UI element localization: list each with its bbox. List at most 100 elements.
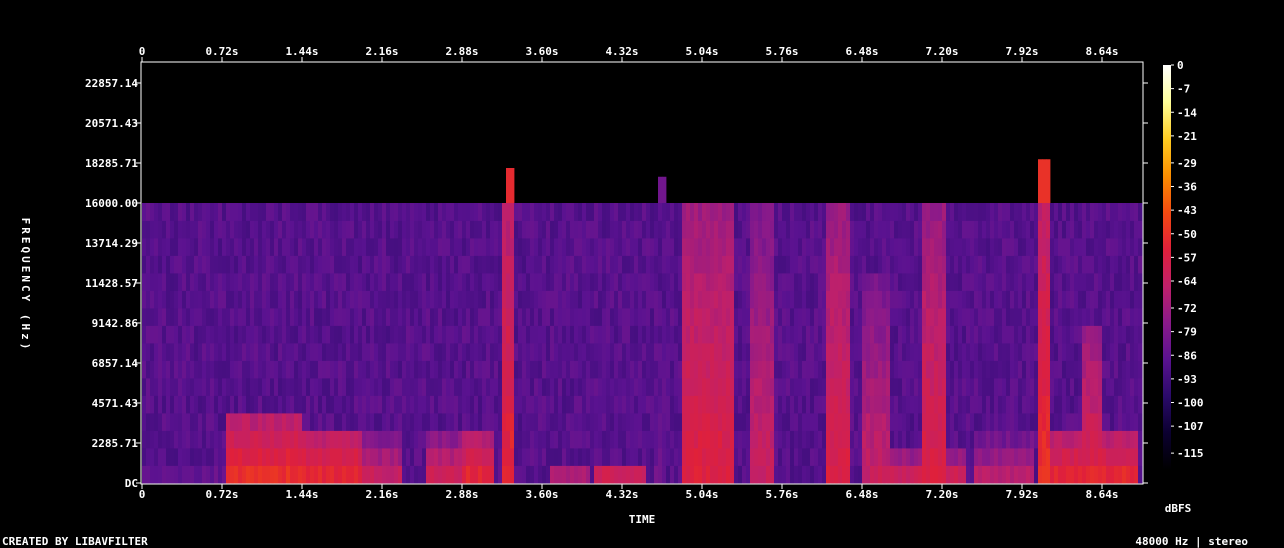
- spectrogram-cell: [258, 413, 263, 431]
- spectrogram-cell: [470, 395, 475, 414]
- spectrogram-cell: [398, 238, 403, 256]
- spectrogram-cell: [598, 343, 603, 361]
- spectrogram-cell: [946, 395, 951, 414]
- spectrogram-column: [586, 203, 591, 484]
- spectrogram-cell: [590, 360, 595, 379]
- spectrogram-cell: [1086, 220, 1091, 239]
- spectrogram-column: [210, 203, 215, 484]
- spectrogram-cell: [1118, 360, 1123, 379]
- spectrogram-column: [918, 203, 923, 484]
- spectrogram-cell: [330, 413, 335, 431]
- spectrogram-cell: [1134, 238, 1139, 256]
- spectrogram-cell: [754, 238, 759, 256]
- spectrogram-cell: [166, 343, 171, 361]
- spectrogram-cell: [1130, 465, 1135, 484]
- spectrogram-cell: [278, 413, 283, 431]
- spectrogram-cell: [350, 220, 355, 239]
- spectrogram-cell: [582, 465, 587, 484]
- spectrogram-cell: [1074, 308, 1079, 326]
- spectrogram-cell: [1138, 238, 1143, 256]
- spectrogram-cell: [1126, 448, 1131, 466]
- spectrogram-cell: [382, 448, 387, 466]
- spectrogram-cell: [950, 465, 955, 484]
- spectrogram-cell: [550, 220, 555, 239]
- spectrogram-cell: [854, 448, 859, 466]
- spectrogram-cell: [518, 430, 523, 449]
- spectrogram-cell: [1078, 360, 1083, 379]
- spectrogram-cell: [594, 238, 599, 256]
- spectrogram-cell: [898, 203, 903, 221]
- spectrogram-column: [970, 203, 975, 484]
- spectrogram-cell: [354, 448, 359, 466]
- spectrogram-cell: [926, 255, 931, 274]
- spectrogram-cell: [446, 325, 451, 344]
- spectrogram-column: [346, 203, 351, 484]
- spectrogram-cell: [834, 465, 839, 484]
- spectrogram-cell: [338, 203, 343, 221]
- spectrogram-cell: [238, 273, 243, 291]
- spectrogram-cell: [846, 360, 851, 379]
- spectrogram-cell: [286, 220, 291, 239]
- spectrogram-cell: [194, 413, 199, 431]
- spectrogram-cell: [402, 220, 407, 239]
- spectrogram-cell: [662, 290, 667, 309]
- spectrogram-cell: [442, 238, 447, 256]
- spectrogram-cell: [382, 290, 387, 309]
- spectrogram-cell: [402, 308, 407, 326]
- spectrogram-cell: [186, 238, 191, 256]
- spectrogram-cell: [910, 273, 915, 291]
- spectrogram-cell: [238, 378, 243, 396]
- spectrogram-cell: [746, 238, 751, 256]
- spectrogram-cell: [178, 448, 183, 466]
- spectrogram-cell: [446, 255, 451, 274]
- spectrogram-cell: [1090, 430, 1095, 449]
- spectrogram-column: [358, 203, 363, 484]
- spectrogram-cell: [646, 448, 651, 466]
- spectrogram-cell: [442, 203, 447, 221]
- spectrogram-cell: [342, 395, 347, 414]
- spectrogram-cell: [742, 448, 747, 466]
- spectrogram-cell: [966, 378, 971, 396]
- spectrogram-cell: [954, 360, 959, 379]
- spectrogram-cell: [710, 290, 715, 309]
- spectrogram-cell: [494, 395, 499, 414]
- spectrogram-cell: [854, 465, 859, 484]
- spectrogram-cell: [946, 290, 951, 309]
- spectrogram-cell: [386, 360, 391, 379]
- spectrogram-cell: [1070, 448, 1075, 466]
- spectrogram-cell: [214, 220, 219, 239]
- spectrogram-cell: [318, 413, 323, 431]
- spectrogram-cell: [438, 255, 443, 274]
- spectrogram-cell: [366, 203, 371, 221]
- spectrogram-cell: [366, 290, 371, 309]
- spectrogram-cell: [454, 360, 459, 379]
- spectrogram-cell: [1018, 203, 1023, 221]
- spectrogram-cell: [622, 395, 627, 414]
- spectrogram-cell: [894, 325, 899, 344]
- spectrogram-cell: [242, 430, 247, 449]
- spectrogram-cell: [706, 378, 711, 396]
- spectrogram-cell: [582, 343, 587, 361]
- spectrogram-cell: [586, 273, 591, 291]
- spectrogram-cell: [318, 325, 323, 344]
- spectrogram-cell: [462, 220, 467, 239]
- spectrogram-cell: [806, 203, 811, 221]
- spectrogram-cell: [174, 413, 179, 431]
- spectrogram-cell: [146, 220, 151, 239]
- spectrogram-cell: [378, 203, 383, 221]
- spectrogram-cell: [786, 465, 791, 484]
- spectrogram-cell: [318, 465, 323, 484]
- spectrogram-cell: [478, 395, 483, 414]
- spectrogram-cell: [374, 238, 379, 256]
- spectrogram-cell: [734, 448, 739, 466]
- spectrogram-cell: [258, 395, 263, 414]
- spectrogram-column: [710, 203, 715, 484]
- spectrogram-cell: [558, 430, 563, 449]
- spectrogram-cell: [442, 325, 447, 344]
- spectrogram-cell: [1126, 465, 1131, 484]
- spectrogram-cell: [1090, 360, 1095, 379]
- spectrogram-cell: [742, 238, 747, 256]
- spectrogram-cell: [478, 448, 483, 466]
- spectrogram-cell: [150, 465, 155, 484]
- spectrogram-cell: [218, 220, 223, 239]
